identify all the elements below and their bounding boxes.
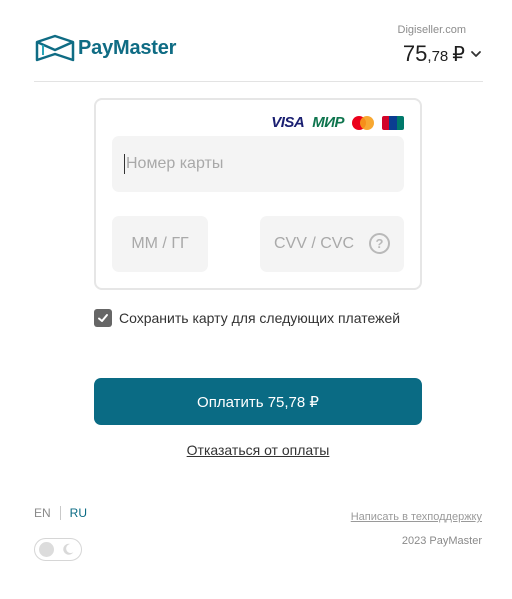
support-link[interactable]: Написать в техподдержку [351,511,482,523]
save-card-option[interactable]: Сохранить карту для следующих платежей [94,309,400,327]
header: PayMaster Digiseller.com 75 ,78 ₽ [34,22,483,82]
text-caret [124,154,125,174]
card-number-input[interactable]: Номер карты [112,136,404,192]
cvv-placeholder: CVV / CVC [274,235,355,252]
save-card-label: Сохранить карту для следующих платежей [119,310,401,326]
mastercard-icon [352,115,374,130]
paymaster-logo-icon [35,34,75,62]
expiry-placeholder: ММ / ГГ [131,235,189,252]
cancel-payment: Отказаться от оплаты [0,442,512,458]
amount-main: 75 [402,41,428,66]
currency-symbol: ₽ [452,44,465,66]
copyright: 2023 PayMaster [401,535,482,547]
cancel-payment-link[interactable]: Отказаться от оплаты [187,442,330,458]
toggle-knob [39,542,54,557]
amount-dropdown[interactable]: 75 ,78 ₽ [403,41,483,67]
chevron-down-icon [471,51,481,57]
language-switcher: EN RU [34,506,87,520]
checkmark-icon [98,314,108,322]
visa-logo: VISA [271,114,305,131]
unionpay-icon [382,115,404,130]
lang-en[interactable]: EN [34,506,51,520]
merchant-name: Digiseller.com [397,24,466,36]
lang-divider [59,506,61,520]
lang-ru[interactable]: RU [70,506,87,520]
brand-name: PayMaster [78,36,177,59]
amount-decimal: ,78 [427,48,449,65]
card-form: VISA МИР Номер карты ММ / ГГ CVV / CVC ? [94,98,422,290]
moon-icon [63,543,74,555]
cvv-input[interactable]: CVV / CVC ? [260,216,404,272]
paymaster-logo[interactable]: PayMaster [34,32,176,64]
mir-logo: МИР [312,114,344,131]
help-icon[interactable]: ? [369,233,390,254]
save-card-checkbox[interactable] [94,309,112,327]
pay-button[interactable]: Оплатить 75,78 ₽ [94,378,422,425]
theme-toggle[interactable] [34,538,82,561]
card-number-placeholder: Номер карты [126,155,224,172]
expiry-input[interactable]: ММ / ГГ [112,216,208,272]
card-logos: VISA МИР [271,114,404,131]
